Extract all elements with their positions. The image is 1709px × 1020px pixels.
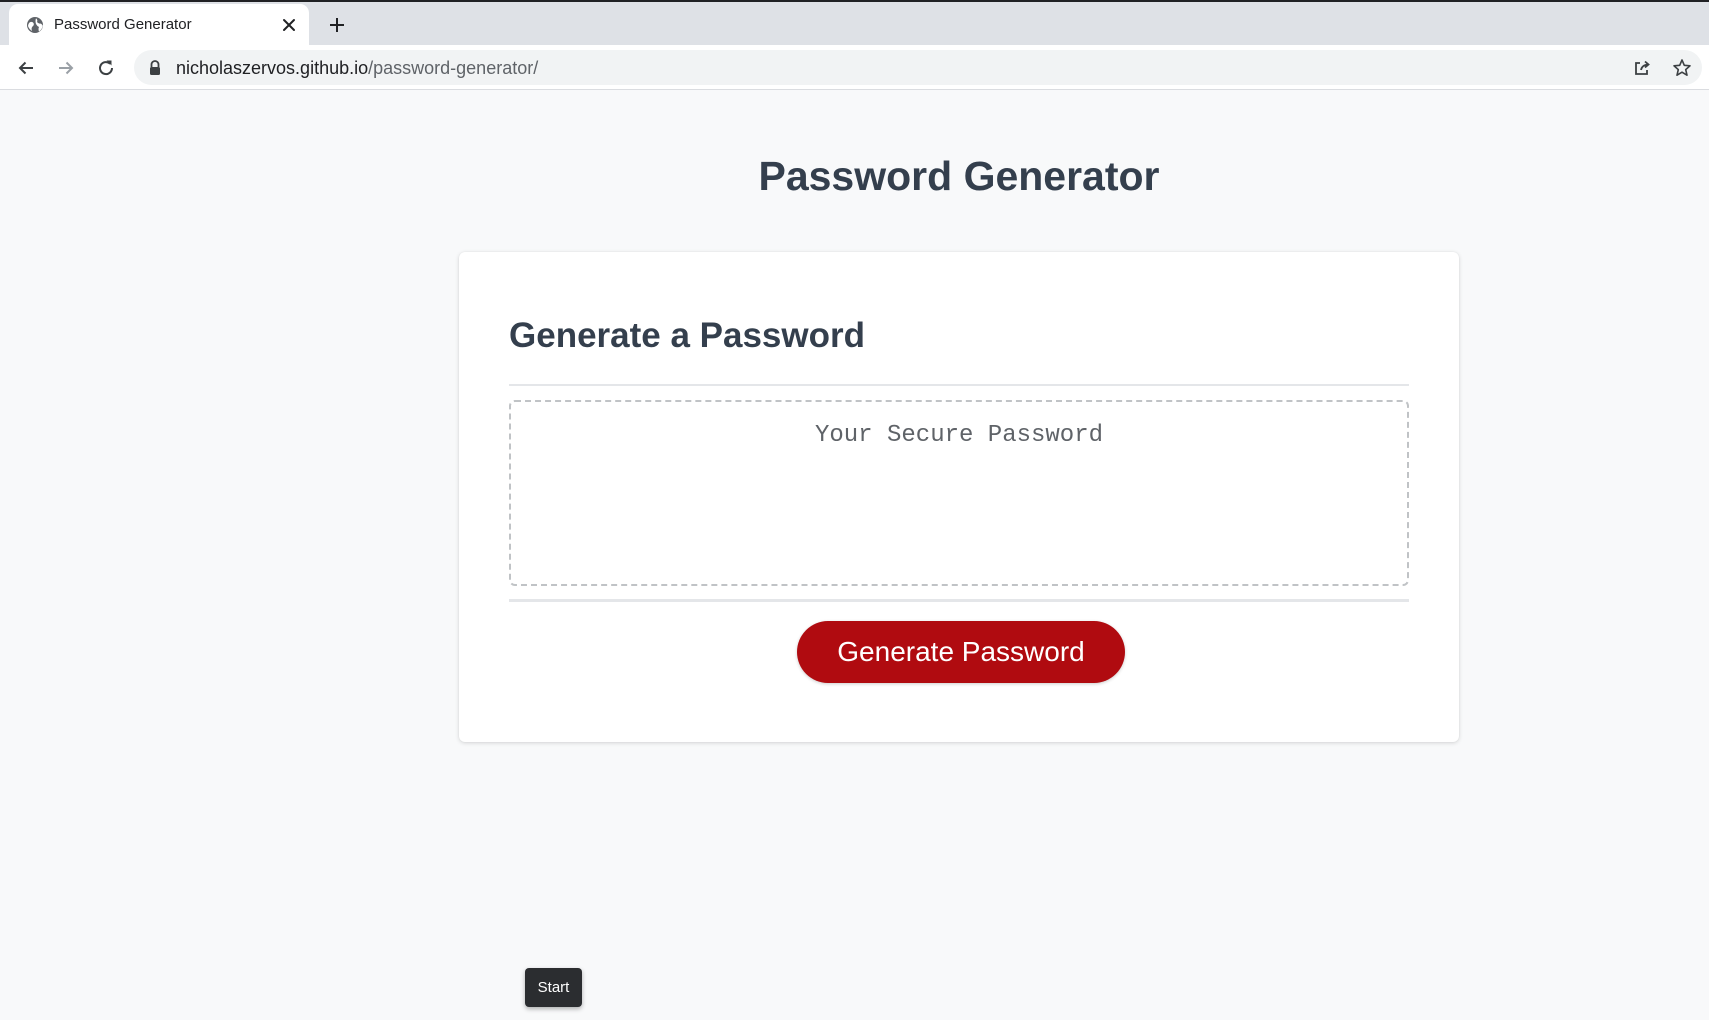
page-title: Password Generator [758, 153, 1160, 199]
reload-icon[interactable] [93, 55, 119, 81]
browser-tab[interactable]: Password Generator [9, 4, 309, 47]
tab-title: Password Generator [54, 16, 192, 33]
address-bar[interactable]: nicholaszervos.github.io/password-genera… [134, 50, 1702, 85]
share-icon[interactable] [1631, 57, 1653, 79]
browser-toolbar: nicholaszervos.github.io/password-genera… [0, 45, 1709, 90]
url-path: /password-generator/ [368, 58, 539, 78]
plus-icon[interactable] [325, 13, 349, 37]
password-output[interactable] [509, 400, 1409, 586]
lock-icon[interactable] [148, 60, 162, 76]
start-button[interactable]: Start [525, 968, 582, 1007]
generate-password-button[interactable]: Generate Password [797, 621, 1125, 683]
globe-icon [25, 15, 45, 35]
password-card: Generate a Password Generate Password [459, 252, 1459, 742]
back-arrow-icon[interactable] [13, 55, 39, 81]
card-divider-top [509, 384, 1409, 386]
forward-arrow-icon[interactable] [53, 55, 79, 81]
card-divider-bottom [509, 599, 1409, 602]
url-host: nicholaszervos.github.io [176, 58, 369, 78]
star-icon[interactable] [1671, 57, 1693, 79]
tab-strip: Password Generator [0, 0, 1709, 47]
url-text: nicholaszervos.github.io/password-genera… [176, 58, 538, 79]
close-icon[interactable] [279, 15, 299, 35]
card-title: Generate a Password [509, 316, 865, 355]
